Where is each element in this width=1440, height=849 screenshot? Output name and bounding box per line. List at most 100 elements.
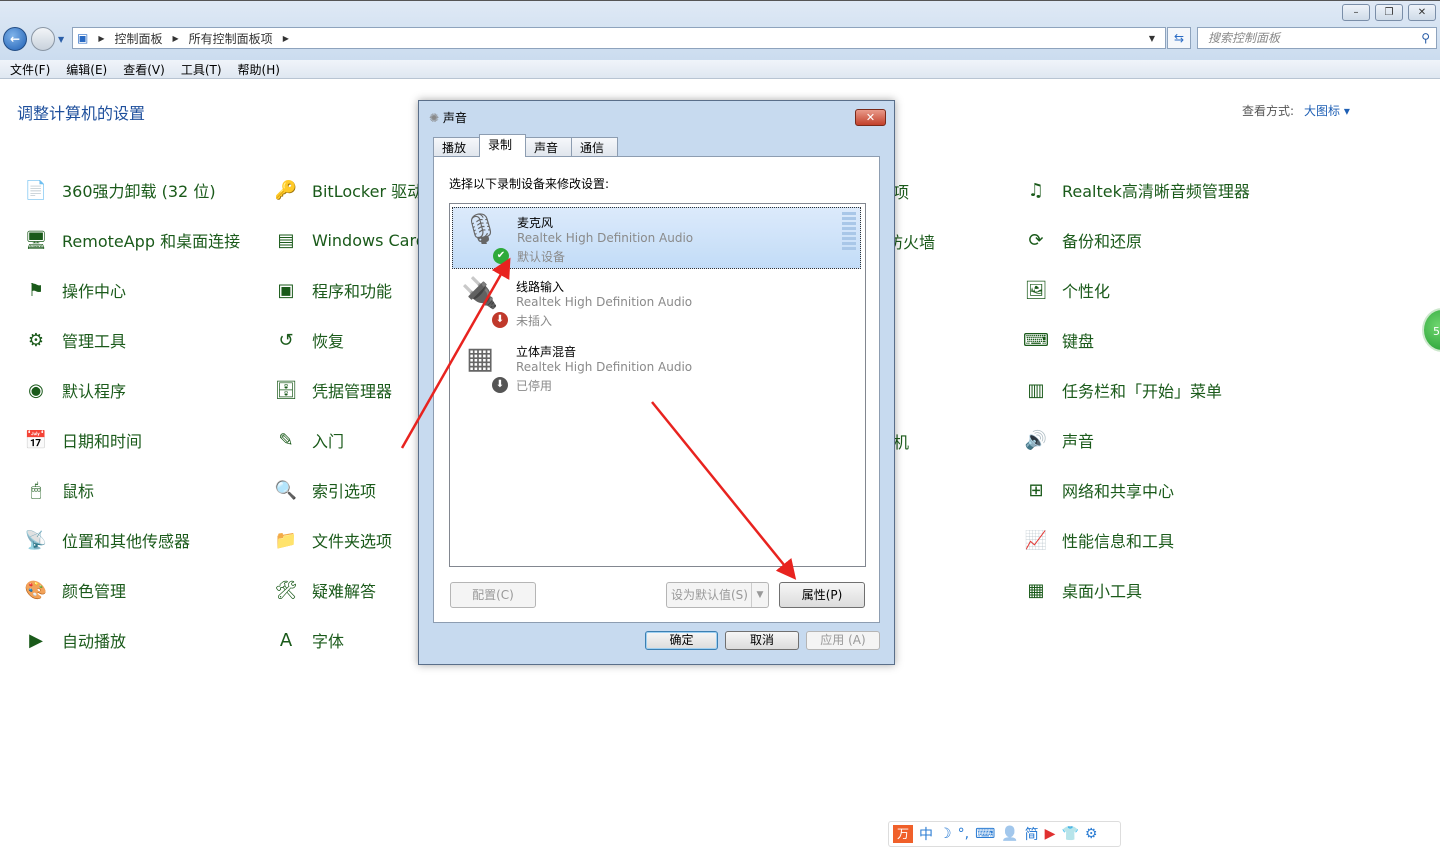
control-panel-item[interactable]: ⟳ 备份和还原: [1020, 223, 1142, 257]
realtek-icon: ♫: [1027, 179, 1045, 201]
tab-sounds[interactable]: 声音: [525, 137, 572, 157]
tab-playback[interactable]: 播放: [433, 137, 480, 157]
control-panel-item[interactable]: ▥ 任务栏和「开始」菜单: [1020, 373, 1222, 407]
user-icon[interactable]: 👤: [1001, 826, 1018, 842]
control-panel-item[interactable]: 🛠 疑难解答: [270, 573, 376, 607]
cancel-button[interactable]: 取消: [725, 631, 799, 650]
control-panel-item[interactable]: 🖱 鼠标: [20, 473, 94, 507]
control-panel-item[interactable]: ⊞ 网络和共享中心: [1020, 473, 1174, 507]
control-panel-item-partial[interactable]: 机: [893, 429, 909, 453]
apply-button[interactable]: 应用 (A): [806, 631, 880, 650]
control-panel-icon: ▣: [77, 31, 89, 45]
tab-communications[interactable]: 通信: [571, 137, 618, 157]
device-status: 已停用: [516, 379, 553, 393]
control-panel-item[interactable]: ⚑ 操作中心: [20, 273, 126, 307]
floating-speed-badge[interactable]: 57: [1422, 308, 1440, 352]
search-icon[interactable]: ⚲: [1421, 28, 1430, 48]
address-dropdown-icon[interactable]: ▼: [1149, 34, 1155, 43]
history-dropdown-icon[interactable]: ▼: [58, 35, 64, 44]
control-panel-item[interactable]: 🖥 RemoteApp 和桌面连接: [20, 223, 241, 257]
control-panel-item-label: 声音: [1062, 432, 1095, 451]
control-panel-item[interactable]: 🖼 个性化: [1020, 273, 1110, 307]
configure-button[interactable]: 配置(C): [450, 582, 536, 608]
dialog-tabs: 播放 录制 声音 通信: [433, 134, 618, 157]
keyboard-icon[interactable]: ⌨: [975, 826, 995, 842]
control-panel-item-partial[interactable]: 项: [893, 179, 909, 203]
device-driver: Realtek High Definition Audio: [516, 360, 693, 374]
moon-icon[interactable]: ☽: [939, 826, 952, 842]
video-icon[interactable]: ▶: [1045, 826, 1056, 842]
control-panel-item[interactable]: 🔊 声音: [1020, 423, 1094, 457]
breadcrumb-control-panel[interactable]: 控制面板: [115, 30, 163, 47]
properties-button[interactable]: 属性(P): [779, 582, 865, 608]
ime-simplified[interactable]: 简: [1025, 824, 1039, 844]
control-panel-item-label: 操作中心: [62, 282, 127, 301]
forward-button[interactable]: [31, 27, 55, 51]
tab-recording[interactable]: 录制: [479, 134, 526, 157]
refresh-button[interactable]: ⇆: [1167, 27, 1191, 49]
ime-logo-icon[interactable]: 万: [893, 825, 913, 843]
restore-button[interactable]: ❐: [1375, 4, 1403, 21]
flag-icon: ⚑: [27, 279, 45, 301]
default-programs-icon: ◉: [28, 379, 44, 401]
control-panel-item[interactable]: 🔍 索引选项: [270, 473, 376, 507]
control-panel-item-label: 备份和还原: [1062, 232, 1143, 251]
control-panel-item[interactable]: 📅 日期和时间: [20, 423, 142, 457]
settings-gear-icon[interactable]: ⚙: [1085, 826, 1098, 842]
device-line-in[interactable]: 🔌 ⬇ 线路输入 Realtek High Definition Audio 未…: [452, 272, 861, 334]
control-panel-item-label: 性能信息和工具: [1062, 532, 1175, 551]
chevron-down-icon[interactable]: ▼: [751, 583, 768, 607]
device-name: 线路输入: [516, 280, 565, 294]
device-status: 默认设备: [517, 250, 566, 264]
set-default-button[interactable]: 设为默认值(S) ▼: [666, 582, 769, 608]
menu-edit[interactable]: 编辑(E): [66, 61, 107, 78]
control-panel-item[interactable]: 📁 文件夹选项: [270, 523, 392, 557]
view-by: 查看方式: 大图标 ▾: [1242, 102, 1350, 119]
close-window-button[interactable]: ✕: [1408, 4, 1436, 21]
control-panel-item[interactable]: 📄 360强力卸载 (32 位): [20, 173, 216, 207]
control-panel-item-label: 疑难解答: [312, 582, 377, 601]
address-bar[interactable]: ▣ ▶ 控制面板 ▶ 所有控制面板项 ▶ ▼: [72, 27, 1166, 49]
index-icon: 🔍: [274, 479, 298, 501]
control-panel-item[interactable]: 🗄 凭据管理器: [270, 373, 392, 407]
menu-tools[interactable]: 工具(T): [181, 61, 222, 78]
control-panel-item[interactable]: ▦ 桌面小工具: [1020, 573, 1142, 607]
view-by-label: 查看方式:: [1242, 104, 1295, 118]
breadcrumb-all-items[interactable]: 所有控制面板项: [189, 30, 273, 47]
control-panel-item[interactable]: ✎ 入门: [270, 423, 344, 457]
control-panel-item[interactable]: ⚙ 管理工具: [20, 323, 126, 357]
control-panel-item[interactable]: ◉ 默认程序: [20, 373, 126, 407]
menu-help[interactable]: 帮助(H): [238, 61, 280, 78]
recording-panel: 选择以下录制设备来修改设置: 🎙 ✔ 麦克风 Realtek High Defi…: [433, 156, 880, 623]
ime-chinese-mode[interactable]: 中: [919, 824, 933, 844]
control-panel-item[interactable]: ▣ 程序和功能: [270, 273, 392, 307]
remoteapp-icon: 🖥: [24, 229, 48, 251]
device-stereo-mix[interactable]: ▦ ⬇ 立体声混音 Realtek High Definition Audio …: [452, 337, 861, 399]
unplugged-icon: ⬇: [492, 312, 508, 328]
control-panel-item[interactable]: 📈 性能信息和工具: [1020, 523, 1174, 557]
default-check-icon: ✔: [493, 248, 509, 264]
control-panel-item[interactable]: ▶ 自动播放: [20, 623, 126, 657]
ime-toolbar: 万 中 ☽ °, ⌨ 👤 简 ▶ 👕 ⚙: [888, 821, 1121, 847]
view-by-dropdown[interactable]: 大图标 ▾: [1304, 104, 1350, 118]
control-panel-item[interactable]: A 字体: [270, 623, 344, 657]
control-panel-item[interactable]: ⌨ 键盘: [1020, 323, 1094, 357]
control-panel-item[interactable]: ↺ 恢复: [270, 323, 344, 357]
breadcrumb-separator-icon: ▶: [282, 33, 289, 43]
ok-button[interactable]: 确定: [645, 631, 718, 650]
credential-icon: 🗄: [274, 379, 298, 401]
device-microphone[interactable]: 🎙 ✔ 麦克风 Realtek High Definition Audio 默认…: [452, 207, 861, 269]
control-panel-item[interactable]: 📡 位置和其他传感器: [20, 523, 190, 557]
search-input[interactable]: 搜索控制面板 ⚲: [1197, 27, 1437, 49]
sound-dialog: ✺ 声音 ✕ 播放 录制 声音 通信 选择以下录制设备来修改设置: 🎙 ✔ 麦克…: [418, 100, 895, 665]
control-panel-item[interactable]: ♫ Realtek高清晰音频管理器: [1020, 173, 1250, 207]
minimize-button[interactable]: –: [1342, 4, 1370, 21]
control-panel-item-label: 鼠标: [62, 482, 95, 501]
dialog-close-button[interactable]: ✕: [855, 109, 886, 126]
menu-view[interactable]: 查看(V): [123, 61, 165, 78]
punctuation-icon[interactable]: °,: [958, 826, 969, 842]
back-button[interactable]: ←: [3, 27, 27, 51]
skin-icon[interactable]: 👕: [1061, 826, 1078, 842]
menu-file[interactable]: 文件(F): [10, 61, 50, 78]
control-panel-item[interactable]: 🎨 颜色管理: [20, 573, 126, 607]
